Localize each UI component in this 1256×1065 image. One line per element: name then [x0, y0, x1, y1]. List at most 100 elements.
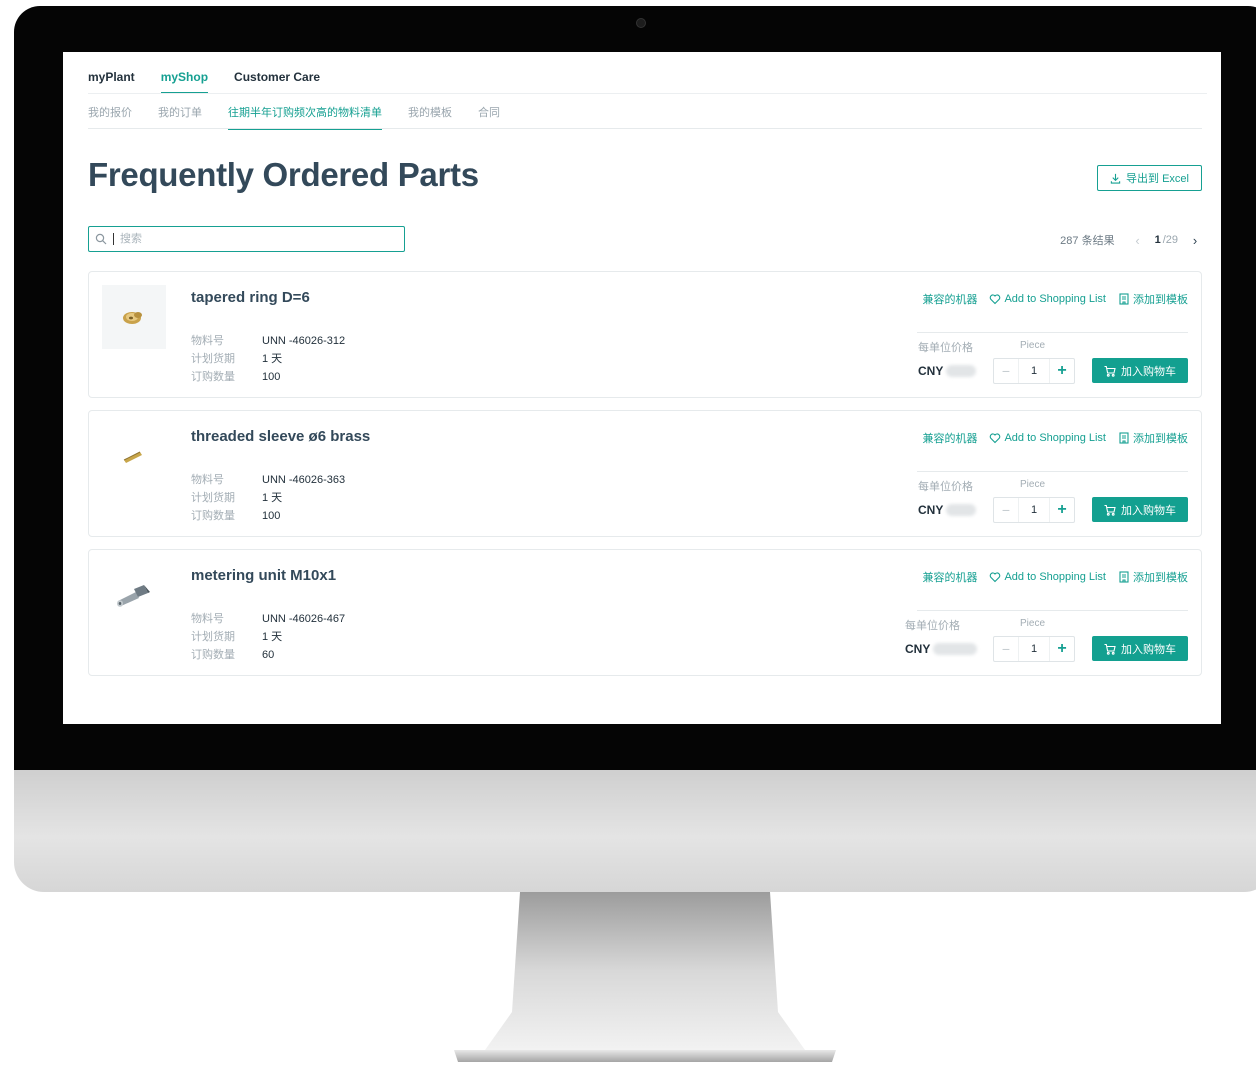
export-excel-label: 导出到 Excel: [1126, 173, 1189, 185]
export-excel-button[interactable]: 导出到 Excel: [1097, 165, 1202, 191]
divider: [917, 332, 1188, 333]
heart-icon: [990, 572, 1001, 583]
piece-label: Piece: [1020, 479, 1046, 490]
part-name[interactable]: metering unit M10x1: [191, 567, 336, 584]
compatible-machines-link[interactable]: 兼容的机器: [922, 430, 977, 446]
card-actions: 兼容的机器 Add to Shopping List 添加到模板: [922, 291, 1188, 307]
tab-my-templates[interactable]: 我的模板: [408, 104, 452, 130]
quantity-input[interactable]: 1: [1018, 498, 1050, 522]
part-no-value: UNN -46026-363: [262, 474, 346, 486]
unit-price-label: 每单位价格: [905, 620, 960, 632]
order-qty-value: 100: [262, 371, 281, 383]
tab-contracts[interactable]: 合同: [478, 104, 500, 130]
add-to-cart-label: 加入购物车: [1121, 643, 1176, 656]
add-to-shopping-list-link[interactable]: Add to Shopping List: [989, 432, 1106, 444]
piece-label: Piece: [1020, 340, 1046, 351]
divider: [917, 610, 1188, 611]
blurred-price: [946, 504, 977, 516]
add-to-template-label: 添加到模板: [1133, 433, 1188, 445]
template-icon: [1119, 571, 1129, 583]
top-nav: myPlant myShop Customer Care: [88, 52, 320, 94]
pagination: 287 条结果 ‹ 1 /29 ›: [1060, 232, 1202, 248]
add-to-template-link[interactable]: 添加到模板: [1118, 291, 1188, 307]
blurred-price: [946, 365, 977, 377]
quantity-stepper: − 1 +: [993, 497, 1075, 523]
quantity-stepper: − 1 +: [993, 358, 1075, 384]
increase-button[interactable]: +: [1050, 362, 1074, 380]
compatible-machines-link[interactable]: 兼容的机器: [922, 569, 977, 585]
cart-icon: [1104, 504, 1116, 516]
lead-time-label: 计划货期: [191, 492, 235, 504]
monitor-chin: [14, 770, 1256, 892]
currency: CNY: [918, 364, 944, 378]
add-to-cart-button[interactable]: 加入购物车: [1092, 636, 1188, 661]
card-actions: 兼容的机器 Add to Shopping List 添加到模板: [922, 430, 1188, 446]
add-to-cart-button[interactable]: 加入购物车: [1092, 358, 1188, 383]
part-image-metering-unit: [102, 563, 166, 627]
order-qty-value: 100: [262, 510, 281, 522]
part-image-tapered-ring: [102, 285, 166, 349]
prev-page-icon[interactable]: ‹: [1131, 233, 1145, 248]
divider: [88, 93, 1207, 94]
lead-time-value: 1 天: [262, 631, 283, 643]
add-to-template-label: 添加到模板: [1133, 572, 1188, 584]
page-title: Frequently Ordered Parts: [88, 156, 479, 193]
unit-price-label: 每单位价格: [918, 342, 973, 354]
tab-frequent-parts[interactable]: 往期半年订购频次高的物料清单: [228, 104, 382, 130]
tab-my-orders[interactable]: 我的订单: [158, 104, 202, 130]
quantity-input[interactable]: 1: [1018, 359, 1050, 383]
part-name[interactable]: tapered ring D=6: [191, 289, 310, 306]
next-page-icon[interactable]: ›: [1188, 233, 1202, 248]
order-qty-label: 订购数量: [191, 510, 235, 522]
search-input[interactable]: [118, 232, 402, 246]
add-to-shopping-list-label: Add to Shopping List: [1004, 293, 1106, 305]
top-nav-customer-care[interactable]: Customer Care: [234, 70, 320, 94]
search-box: [88, 226, 405, 252]
increase-button[interactable]: +: [1050, 501, 1074, 519]
currency: CNY: [918, 503, 944, 517]
sub-nav: 我的报价 我的订单 往期半年订购频次高的物料清单 我的模板 合同: [88, 104, 500, 130]
add-to-shopping-list-link[interactable]: Add to Shopping List: [989, 571, 1106, 583]
part-no-value: UNN -46026-312: [262, 335, 346, 347]
heart-icon: [990, 433, 1001, 444]
part-card: threaded sleeve ø6 brass 物料号 UNN -46026-3…: [88, 410, 1202, 537]
part-name[interactable]: threaded sleeve ø6 brass: [191, 428, 370, 445]
divider: [917, 471, 1188, 472]
top-nav-myshop[interactable]: myShop: [160, 70, 209, 94]
top-nav-myplant[interactable]: myPlant: [88, 70, 135, 94]
lead-time-value: 1 天: [262, 492, 283, 504]
price: CNY: [918, 364, 977, 378]
text-caret: [113, 233, 114, 245]
cart-icon: [1104, 365, 1116, 377]
price: CNY: [905, 642, 978, 656]
current-page: 1: [1154, 234, 1161, 246]
add-to-template-link[interactable]: 添加到模板: [1118, 430, 1188, 446]
compatible-machines-link[interactable]: 兼容的机器: [922, 291, 977, 307]
camera-dot: [636, 18, 646, 28]
order-qty-label: 订购数量: [191, 371, 235, 383]
add-to-shopping-list-link[interactable]: Add to Shopping List: [989, 293, 1106, 305]
part-attributes: 物料号 UNN -46026-312 计划货期 1 天 订购数量 100: [191, 332, 345, 386]
template-icon: [1119, 432, 1129, 444]
order-qty-label: 订购数量: [191, 649, 235, 661]
card-actions: 兼容的机器 Add to Shopping List 添加到模板: [922, 569, 1188, 585]
add-to-template-link[interactable]: 添加到模板: [1118, 569, 1188, 585]
blurred-price: [933, 643, 978, 655]
part-card: metering unit M10x1 物料号 UNN -46026-467 计划…: [88, 549, 1202, 676]
decrease-button[interactable]: −: [994, 502, 1018, 518]
add-to-shopping-list-label: Add to Shopping List: [1004, 571, 1106, 583]
part-no-label: 物料号: [191, 335, 224, 347]
divider: [88, 128, 1202, 129]
decrease-button[interactable]: −: [994, 641, 1018, 657]
template-icon: [1119, 293, 1129, 305]
decrease-button[interactable]: −: [994, 363, 1018, 379]
increase-button[interactable]: +: [1050, 640, 1074, 658]
tab-my-quotes[interactable]: 我的报价: [88, 104, 132, 130]
heart-icon: [990, 294, 1001, 305]
add-to-cart-button[interactable]: 加入购物车: [1092, 497, 1188, 522]
part-no-label: 物料号: [191, 474, 224, 486]
lead-time-label: 计划货期: [191, 631, 235, 643]
part-image-threaded-sleeve: [102, 424, 166, 488]
quantity-input[interactable]: 1: [1018, 637, 1050, 661]
add-to-template-label: 添加到模板: [1133, 294, 1188, 306]
